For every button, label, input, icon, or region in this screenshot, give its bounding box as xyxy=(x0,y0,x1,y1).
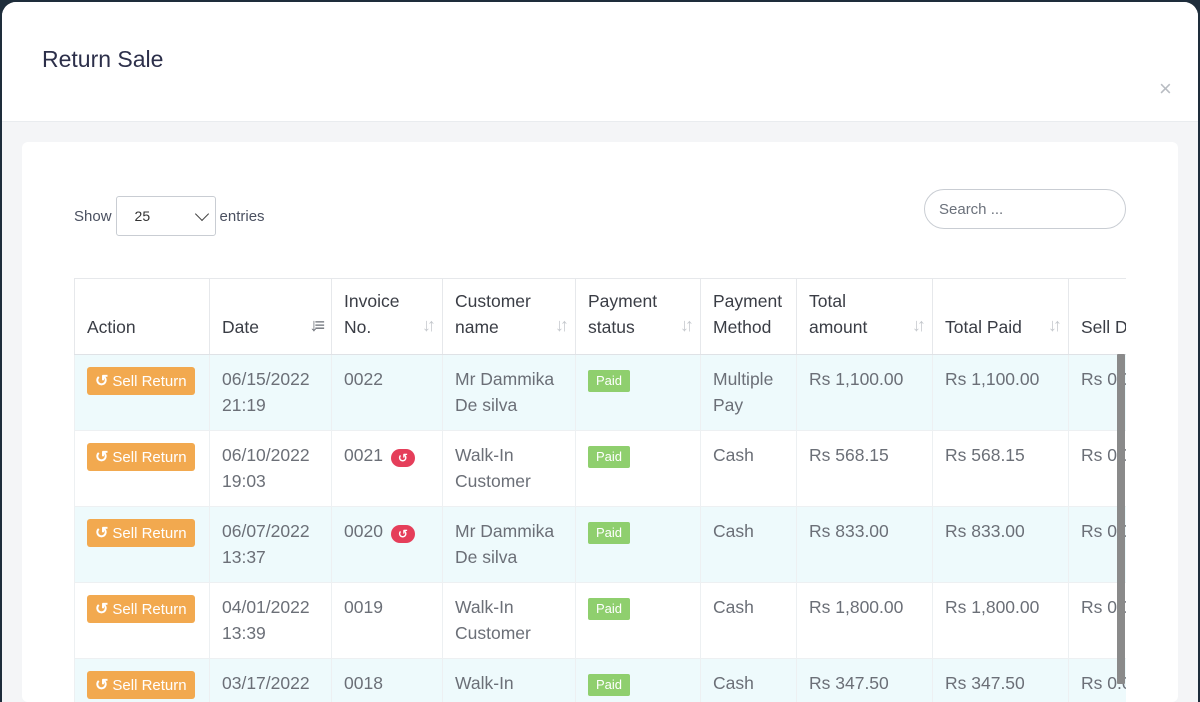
paid-cell: Rs 1,800.00 xyxy=(933,583,1069,659)
total-cell: Rs 568.15 xyxy=(797,431,933,507)
sell-return-button[interactable]: ↺Sell Return xyxy=(87,367,195,395)
return-sale-modal: Return Sale × Show 25 entries Action xyxy=(2,2,1198,702)
sell-return-button[interactable]: ↺Sell Return xyxy=(87,595,195,623)
total-cell: Rs 833.00 xyxy=(797,507,933,583)
column-header-customer[interactable]: Customername ↓↑ xyxy=(443,279,576,355)
returned-icon[interactable]: ↺ xyxy=(391,525,415,543)
undo-icon: ↺ xyxy=(95,523,108,543)
column-header-payment-method[interactable]: PaymentMethod xyxy=(701,279,797,355)
table-row: ↺Sell Return 04/01/202213:39 0019 Walk-I… xyxy=(75,583,1127,659)
returned-icon[interactable]: ↺ xyxy=(391,449,415,467)
method-cell: Cash xyxy=(701,507,797,583)
method-cell: Cash xyxy=(701,583,797,659)
customer-cell: Walk-In xyxy=(443,659,576,702)
total-cell: Rs 1,100.00 xyxy=(797,355,933,431)
date-cell: 06/15/202221:19 xyxy=(210,355,332,431)
column-header-total-paid[interactable]: Total Paid ↓↑ xyxy=(933,279,1069,355)
entries-control: Show 25 entries xyxy=(74,196,265,236)
sell-return-button[interactable]: ↺Sell Return xyxy=(87,519,195,547)
method-cell: Cash xyxy=(701,431,797,507)
invoice-cell: 0019 xyxy=(332,583,443,659)
paid-cell: Rs 568.15 xyxy=(933,431,1069,507)
sort-icon: ↓↑ xyxy=(680,312,690,338)
customer-cell: Walk-InCustomer xyxy=(443,583,576,659)
table-row: ↺Sell Return 03/17/2022 0018 Walk-In Pai… xyxy=(75,659,1127,702)
method-cell: Cash xyxy=(701,659,797,702)
undo-icon: ↺ xyxy=(95,599,108,619)
entries-value: 25 xyxy=(135,208,151,224)
close-icon[interactable]: × xyxy=(1159,78,1172,100)
table-row: ↺Sell Return 06/15/202221:19 0022 Mr Dam… xyxy=(75,355,1127,431)
undo-icon: ↺ xyxy=(95,675,108,695)
customer-cell: Mr DammikaDe silva xyxy=(443,507,576,583)
invoice-cell: 0021↺ xyxy=(332,431,443,507)
sell-return-button[interactable]: ↺Sell Return xyxy=(87,671,195,699)
column-header-sell-due[interactable]: Sell Due xyxy=(1069,279,1127,355)
column-header-date[interactable]: Date ↓≡ xyxy=(210,279,332,355)
sell-return-button[interactable]: ↺Sell Return xyxy=(87,443,195,471)
customer-cell: Mr DammikaDe silva xyxy=(443,355,576,431)
date-cell: 04/01/202213:39 xyxy=(210,583,332,659)
paid-cell: Rs 1,100.00 xyxy=(933,355,1069,431)
invoice-cell: 0018 xyxy=(332,659,443,702)
modal-title: Return Sale xyxy=(42,46,163,73)
vertical-scrollbar[interactable] xyxy=(1117,354,1125,684)
search-input[interactable] xyxy=(924,189,1126,229)
sales-table: Action Date ↓≡ InvoiceNo. ↓↑ Customernam… xyxy=(74,278,1126,702)
total-cell: Rs 347.50 xyxy=(797,659,933,702)
date-cell: 06/10/202219:03 xyxy=(210,431,332,507)
sort-icon: ↓↑ xyxy=(1048,312,1058,338)
status-badge: Paid xyxy=(588,674,630,696)
status-badge: Paid xyxy=(588,598,630,620)
status-badge: Paid xyxy=(588,522,630,544)
modal-header: Return Sale × xyxy=(2,2,1198,122)
method-cell: MultiplePay xyxy=(701,355,797,431)
paid-cell: Rs 833.00 xyxy=(933,507,1069,583)
status-badge: Paid xyxy=(588,446,630,468)
sort-desc-icon: ↓≡ xyxy=(309,312,321,338)
column-header-action[interactable]: Action xyxy=(75,279,210,355)
table-header-row: Action Date ↓≡ InvoiceNo. ↓↑ Customernam… xyxy=(75,279,1127,355)
status-badge: Paid xyxy=(588,370,630,392)
date-cell: 06/07/202213:37 xyxy=(210,507,332,583)
total-cell: Rs 1,800.00 xyxy=(797,583,933,659)
table-row: ↺Sell Return 06/10/202219:03 0021↺ Walk-… xyxy=(75,431,1127,507)
undo-icon: ↺ xyxy=(95,447,108,467)
chevron-down-icon xyxy=(194,206,208,220)
invoice-cell: 0020↺ xyxy=(332,507,443,583)
sort-icon: ↓↑ xyxy=(912,312,922,338)
paid-cell: Rs 347.50 xyxy=(933,659,1069,702)
customer-cell: Walk-InCustomer xyxy=(443,431,576,507)
column-header-payment-status[interactable]: Paymentstatus ↓↑ xyxy=(576,279,701,355)
table-row: ↺Sell Return 06/07/202213:37 0020↺ Mr Da… xyxy=(75,507,1127,583)
sales-table-container: Action Date ↓≡ InvoiceNo. ↓↑ Customernam… xyxy=(74,278,1126,702)
sort-icon: ↓↑ xyxy=(422,312,432,338)
column-header-total-amount[interactable]: Totalamount ↓↑ xyxy=(797,279,933,355)
entries-label: entries xyxy=(220,208,265,225)
date-cell: 03/17/2022 xyxy=(210,659,332,702)
invoice-cell: 0022 xyxy=(332,355,443,431)
undo-icon: ↺ xyxy=(95,371,108,391)
sales-card: Show 25 entries Action Date xyxy=(22,142,1178,702)
show-label: Show xyxy=(74,208,112,225)
sort-icon: ↓↑ xyxy=(555,312,565,338)
entries-select[interactable]: 25 xyxy=(116,196,216,236)
column-header-invoice[interactable]: InvoiceNo. ↓↑ xyxy=(332,279,443,355)
